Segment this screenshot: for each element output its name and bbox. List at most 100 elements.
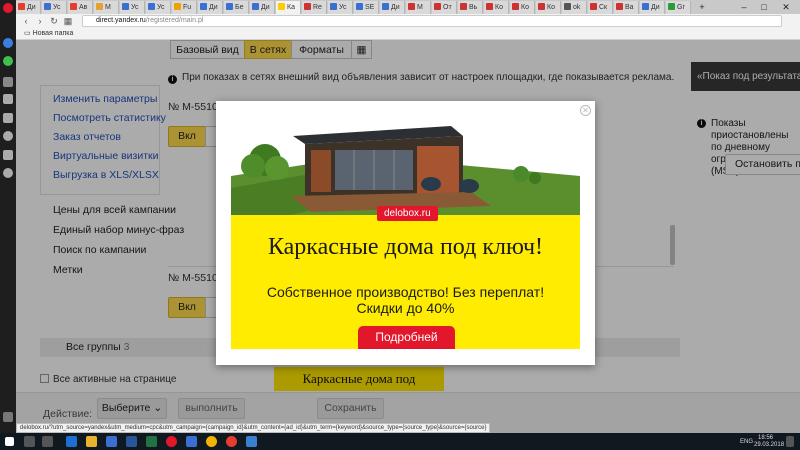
back-icon[interactable]: ‹ (20, 15, 32, 28)
tab-label: Ко (521, 4, 529, 11)
history-icon[interactable] (3, 168, 13, 178)
tab-favicon-icon (408, 3, 415, 10)
news-icon[interactable] (3, 150, 13, 160)
ad-line-1: Собственное производство! Без переплат! (266, 284, 545, 300)
ad-banner[interactable]: delobox.ru Каркасные дома под ключ! Собс… (231, 116, 580, 349)
yandex-icon[interactable] (226, 436, 237, 447)
browser-tab[interactable]: Ди (380, 1, 405, 14)
tab-label: От (443, 4, 452, 11)
apps-icon[interactable] (3, 113, 13, 123)
chrome-icon[interactable] (206, 436, 217, 447)
browser-tab[interactable]: М (406, 1, 431, 14)
url-field[interactable]: direct.yandex.ru/registered/main.pl (82, 15, 782, 27)
task-view-icon[interactable] (42, 436, 53, 447)
sidebar-settings-icon[interactable] (3, 412, 13, 422)
browser-tab[interactable]: Ск (588, 1, 613, 14)
tab-strip: – □ ✕ Ди Ус Ав М Ус Ус Fu Ди Бе Ди Ка Re Ус SE Ди М От Вь… (16, 0, 800, 14)
more-button[interactable]: Подробней (358, 326, 455, 349)
heart-icon[interactable] (3, 131, 13, 141)
app-icon[interactable] (246, 436, 257, 447)
new-tab-icon[interactable]: + (694, 0, 710, 14)
browser-tab[interactable]: Ди (198, 1, 223, 14)
tab-favicon-icon (278, 3, 285, 10)
opera-taskbar-icon[interactable] (166, 436, 177, 447)
ad-headline: Каркасные дома под ключ! (267, 234, 544, 260)
windows-start-icon[interactable] (5, 437, 14, 446)
browser-tab[interactable]: Ус (146, 1, 171, 14)
grid-icon[interactable] (3, 77, 13, 87)
tray-lang[interactable]: ENG (740, 438, 753, 446)
browser-tab[interactable]: Ди (640, 1, 665, 14)
browser-tab[interactable]: ok (562, 1, 587, 14)
tab-label: Fu (183, 4, 192, 11)
word-icon[interactable] (126, 436, 137, 447)
house-image (231, 116, 580, 215)
speed-dial-icon[interactable]: ▦ (62, 15, 74, 28)
browser-tab[interactable]: Бе (224, 1, 249, 14)
tab-favicon-icon (382, 3, 389, 10)
tab-favicon-icon (668, 3, 675, 10)
tab-favicon-icon (590, 3, 597, 10)
tab-label: Ва (625, 4, 634, 11)
browser-tab[interactable]: Gr (666, 1, 691, 14)
opera-logo-icon[interactable] (3, 3, 13, 13)
camera-icon[interactable] (3, 94, 13, 104)
browser-tab[interactable]: Fu (172, 1, 197, 14)
tab-favicon-icon (148, 3, 155, 10)
tab-label: Ди (209, 4, 218, 11)
tab-favicon-icon (330, 3, 337, 10)
reload-icon[interactable]: ↻ (48, 15, 60, 28)
browser-tab[interactable]: Ко (510, 1, 535, 14)
browser-tab[interactable]: Ва (614, 1, 639, 14)
tab-label: Бе (235, 4, 244, 11)
tab-label: М (105, 4, 111, 11)
browser-tab[interactable]: Ус (328, 1, 353, 14)
edge-icon[interactable] (66, 436, 77, 447)
maximize-icon[interactable]: □ (756, 0, 772, 14)
messenger-icon[interactable] (3, 38, 13, 48)
url-host: direct.yandex.ru (96, 17, 146, 24)
tab-label: Gr (677, 4, 685, 11)
browser-tab[interactable]: Ди (250, 1, 275, 14)
browser-tab[interactable]: Ди (16, 1, 41, 14)
tab-label: Ко (495, 4, 503, 11)
browser-tab[interactable]: От (432, 1, 457, 14)
tab-label: Ко (547, 4, 555, 11)
browser-tab[interactable]: Ав (68, 1, 93, 14)
minimize-icon[interactable]: – (736, 0, 752, 14)
search-icon[interactable] (24, 436, 35, 447)
browser-tab[interactable]: SE (354, 1, 379, 14)
explorer-icon[interactable] (86, 436, 97, 447)
whatsapp-icon[interactable] (3, 56, 13, 66)
browser-tab[interactable]: Re (302, 1, 327, 14)
bookmark-folder[interactable]: Новая папка (33, 30, 74, 37)
tab-label: Ка (287, 4, 295, 11)
tab-favicon-icon (122, 3, 129, 10)
browser-tab[interactable]: Ус (120, 1, 145, 14)
ad-line-2: Скидки до 40% (356, 300, 455, 316)
notifications-icon[interactable] (786, 436, 794, 447)
tab-favicon-icon (564, 3, 571, 10)
tab-favicon-icon (434, 3, 441, 10)
browser-tab[interactable]: Ус (42, 1, 67, 14)
close-icon[interactable]: ✕ (580, 105, 591, 116)
tab-label: Ди (261, 4, 270, 11)
excel-icon[interactable] (146, 436, 157, 447)
browser-tab[interactable]: М (94, 1, 119, 14)
browser-tab[interactable]: Ка (276, 1, 301, 14)
close-window-icon[interactable]: ✕ (778, 0, 794, 14)
photos-icon[interactable] (186, 436, 197, 447)
tab-favicon-icon (642, 3, 649, 10)
tab-label: Ав (79, 4, 88, 11)
tab-favicon-icon (226, 3, 233, 10)
tab-favicon-icon (616, 3, 623, 10)
address-bar: ‹ › ↻ ▦ direct.yandex.ru/registered/main… (16, 14, 800, 29)
browser-tab[interactable]: Ко (536, 1, 561, 14)
browser-tab[interactable]: Вь (458, 1, 483, 14)
tab-favicon-icon (486, 3, 493, 10)
tab-label: Ус (131, 4, 139, 11)
browser-tab[interactable]: Ко (484, 1, 509, 14)
store-icon[interactable] (106, 436, 117, 447)
tab-label: Ус (339, 4, 347, 11)
forward-icon[interactable]: › (34, 15, 46, 28)
